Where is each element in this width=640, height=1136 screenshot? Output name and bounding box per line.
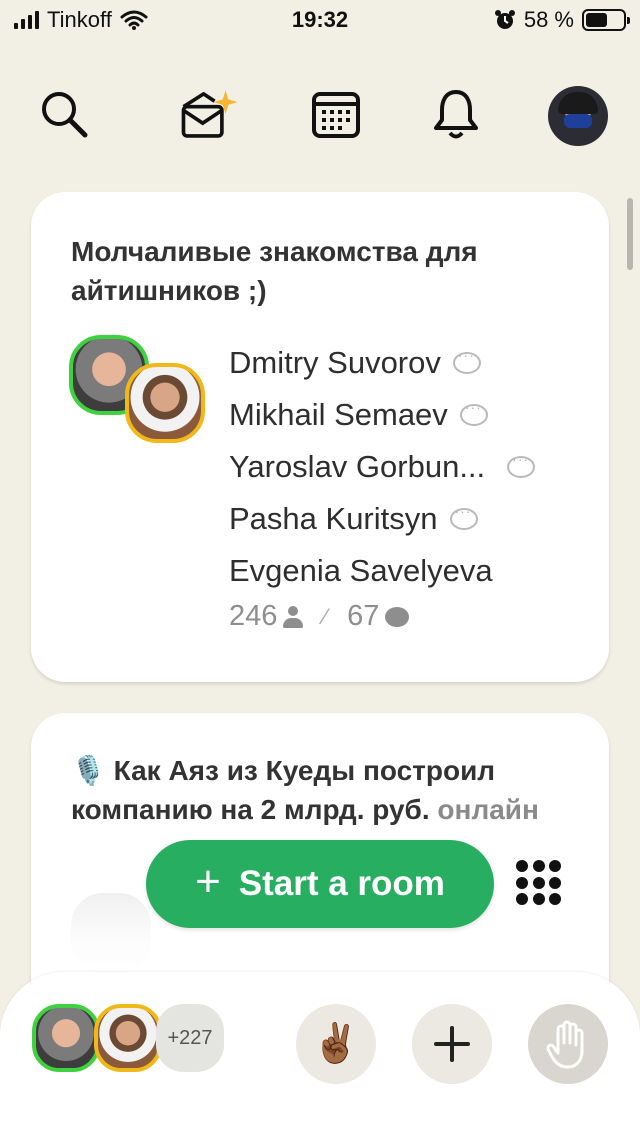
bottom-bar: +227 ✌🏾 bbox=[0, 972, 640, 1136]
raise-hand-icon bbox=[546, 1020, 584, 1069]
room-counts: 246 ⁄ 67 bbox=[229, 600, 410, 633]
speaker-name-row: Yaroslav Gorbun... bbox=[229, 441, 536, 493]
chat-bubble-icon bbox=[459, 399, 488, 426]
room-title: 🎙️ Как Аяз из Куеды построил компанию на… bbox=[71, 751, 571, 829]
speaker-avatar bbox=[125, 363, 205, 443]
add-button[interactable] bbox=[412, 1004, 492, 1084]
room-title: Молчаливые знакомства для айтишников ;) bbox=[71, 236, 478, 306]
profile-avatar[interactable] bbox=[548, 86, 608, 146]
chat-bubble-icon bbox=[449, 503, 478, 530]
room-title-text: Как Аяз из Куеды построил компанию на 2 … bbox=[71, 755, 496, 825]
battery-level bbox=[586, 13, 607, 27]
grid-dots-icon[interactable] bbox=[516, 860, 562, 906]
speaker-name: Mikhail Semaev bbox=[229, 397, 448, 432]
wave-button[interactable]: ✌🏾 bbox=[296, 1004, 376, 1084]
raise-hand-button[interactable] bbox=[528, 1004, 608, 1084]
speaker-name: Dmitry Suvorov bbox=[229, 345, 441, 380]
speaker-list: Dmitry Suvorov Mikhail Semaev Yaroslav G… bbox=[229, 337, 536, 597]
online-friend-avatar[interactable] bbox=[32, 1004, 100, 1072]
start-room-button[interactable]: + Start a room bbox=[146, 840, 494, 928]
bell-icon[interactable] bbox=[424, 82, 488, 146]
scrollbar[interactable] bbox=[627, 198, 633, 270]
status-left: Tinkoff bbox=[14, 7, 148, 33]
listener-count: 246 bbox=[229, 600, 278, 632]
plus-icon bbox=[434, 1026, 470, 1062]
battery-icon bbox=[582, 9, 630, 31]
online-friend-avatar[interactable] bbox=[94, 1004, 162, 1072]
room-title-muted: онлайн bbox=[437, 794, 539, 825]
speaker-count: 67 bbox=[347, 600, 380, 632]
person-icon bbox=[283, 605, 304, 628]
search-icon[interactable] bbox=[32, 82, 96, 146]
alarm-icon bbox=[494, 10, 515, 29]
microphone-icon: 🎙️ bbox=[71, 755, 106, 786]
wifi-icon bbox=[120, 10, 148, 30]
battery-percent: 58 % bbox=[523, 7, 574, 32]
status-bar: Tinkoff 19:32 58 % bbox=[0, 0, 640, 40]
plus-icon: + bbox=[195, 857, 221, 906]
chat-bubble-icon bbox=[507, 451, 536, 478]
status-right: 58 % bbox=[494, 7, 630, 33]
speaker-name-row: Mikhail Semaev bbox=[229, 389, 535, 441]
speaker-name-row: Pasha Kuritsyn bbox=[229, 493, 535, 545]
start-room-label: Start a room bbox=[238, 864, 445, 903]
carrier-name: Tinkoff bbox=[47, 7, 112, 32]
top-nav bbox=[0, 82, 640, 152]
speaker-name-row: Evgenia Savelyeva bbox=[229, 545, 535, 597]
invite-envelope-icon[interactable] bbox=[178, 82, 242, 146]
chat-bubble-icon bbox=[452, 347, 481, 374]
speaker-name-row: Dmitry Suvorov bbox=[229, 337, 535, 389]
room-card[interactable]: Молчаливые знакомства для айтишников ;) … bbox=[31, 192, 609, 682]
peace-hand-icon: ✌🏾 bbox=[312, 1023, 360, 1065]
count-separator: ⁄ bbox=[323, 603, 328, 629]
more-friends-count[interactable]: +227 bbox=[156, 1004, 224, 1072]
speaker-name: Evgenia Savelyeva bbox=[229, 553, 493, 588]
speaker-name: Yaroslav Gorbun... bbox=[229, 449, 486, 484]
speaker-name: Pasha Kuritsyn bbox=[229, 501, 438, 536]
chat-icon bbox=[385, 606, 410, 627]
calendar-icon[interactable] bbox=[304, 82, 368, 146]
signal-icon bbox=[14, 11, 39, 29]
